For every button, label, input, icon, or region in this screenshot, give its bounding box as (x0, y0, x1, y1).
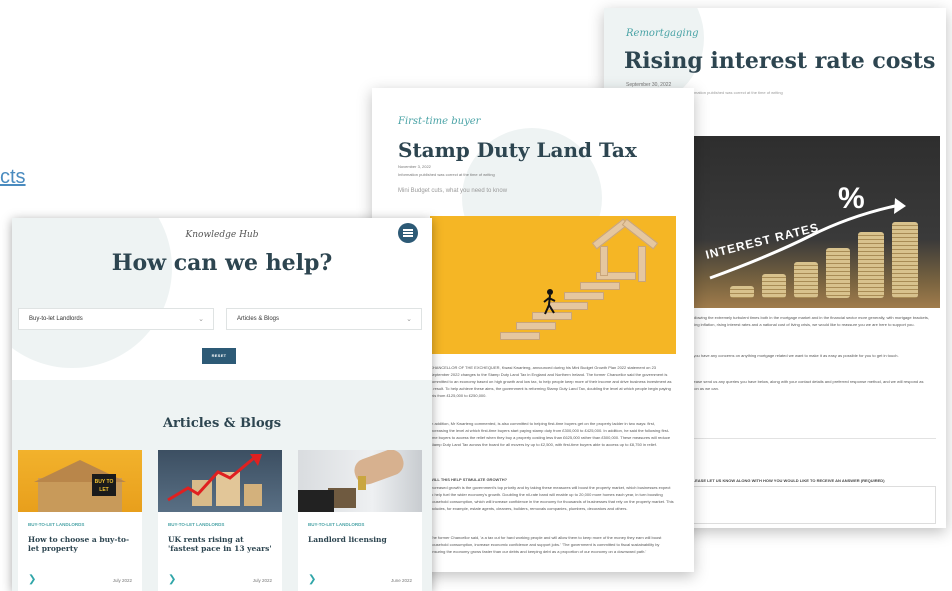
interest-rates-image: INTEREST RATES % (690, 136, 940, 308)
content-type-select[interactable]: Articles & Blogs ⌄ (226, 308, 422, 330)
form-textarea[interactable] (690, 486, 936, 524)
article-card[interactable]: BUY TO LET BUY-TO-LET LANDLORDS How to c… (18, 450, 142, 591)
article-paragraph: Following the extremely turbulent times … (690, 315, 929, 327)
rising-arrow-icon (167, 454, 262, 502)
decorative-circle (12, 218, 172, 368)
content-type-select-value: Articles & Blogs (237, 316, 280, 322)
article-note: Information published was correct at the… (398, 172, 495, 177)
article-category: First-time buyer (398, 116, 481, 127)
chevron-down-icon: ⌄ (406, 316, 412, 323)
chevron-right-icon[interactable]: ❯ (308, 574, 316, 585)
article-note: Information published was correct at the… (686, 90, 783, 95)
article-category: BUY-TO-LET LANDLORDS (308, 522, 365, 527)
page-heading: How can we help? (111, 250, 333, 276)
article-paragraph: If you have any concerns on anything mor… (690, 353, 899, 358)
stairs-house-image (430, 216, 676, 354)
chevron-down-icon: ⌄ (198, 316, 204, 323)
article-paragraph: In addition, Mr Kwarteng commented, is a… (430, 421, 671, 447)
article-title[interactable]: Landlord licensing (308, 535, 416, 544)
reset-button[interactable]: RESET (202, 348, 236, 364)
buy-to-let-sign: BUY TO LET (92, 474, 116, 496)
article-paragraph: The former Chancellor said, 'a a tax cut… (430, 535, 662, 554)
article-card[interactable]: BUY-TO-LET LANDLORDS UK rents rising at … (158, 450, 282, 591)
brand-title: Knowledge Hub (185, 230, 259, 240)
article-date: June 2022 (390, 578, 412, 583)
article-lead: Mini Budget cuts, what you need to know (398, 188, 508, 194)
rising-arrow-icon (709, 198, 906, 280)
section-heading: Articles & Blogs (162, 416, 282, 431)
article-thumbnail (158, 450, 282, 512)
article-thumbnail: BUY TO LET (18, 450, 142, 512)
article-card[interactable]: BUY-TO-LET LANDLORDS Landlord licensing … (298, 450, 422, 591)
hamburger-menu-icon[interactable] (398, 223, 418, 243)
walking-person-icon (543, 289, 556, 315)
edge-link[interactable]: cts (0, 166, 26, 189)
article-paragraph: CHANCELLOR OF THE EXCHEQUER, Kwasi Kwart… (430, 365, 672, 398)
knowledge-hub-page: Knowledge Hub How can we help? Buy-to-le… (12, 218, 432, 591)
audience-select[interactable]: Buy-to-let Landlords ⌄ (18, 308, 214, 330)
article-paragraph: Increased growth is the government's top… (430, 485, 674, 511)
article-date: July 2022 (112, 578, 132, 583)
article-category: BUY-TO-LET LANDLORDS (168, 522, 225, 527)
article-title[interactable]: UK rents rising at 'fastest pace in 13 y… (168, 535, 276, 553)
article-paragraph: Please send us any queries you have belo… (690, 379, 924, 391)
divider (690, 438, 936, 439)
article-date: July 2022 (252, 578, 272, 583)
article-category: Remortgaging (626, 28, 699, 39)
chevron-right-icon[interactable]: ❯ (28, 574, 36, 585)
article-thumbnail (298, 450, 422, 512)
chevron-right-icon[interactable]: ❯ (168, 574, 176, 585)
article-date: November 3, 2022 (398, 164, 431, 169)
article-title: Stamp Duty Land Tax (398, 138, 637, 162)
form-question-label: PLEASE LET US KNOW ALONG WITH HOW YOU WO… (690, 478, 885, 483)
audience-select-value: Buy-to-let Landlords (29, 316, 83, 322)
article-subheading: WILL THIS HELP STIMULATE GROWTH? (430, 477, 508, 482)
article-category: BUY-TO-LET LANDLORDS (28, 522, 85, 527)
article-title[interactable]: How to choose a buy-to-let property (28, 535, 136, 553)
article-title: Rising interest rate costs (624, 48, 936, 74)
